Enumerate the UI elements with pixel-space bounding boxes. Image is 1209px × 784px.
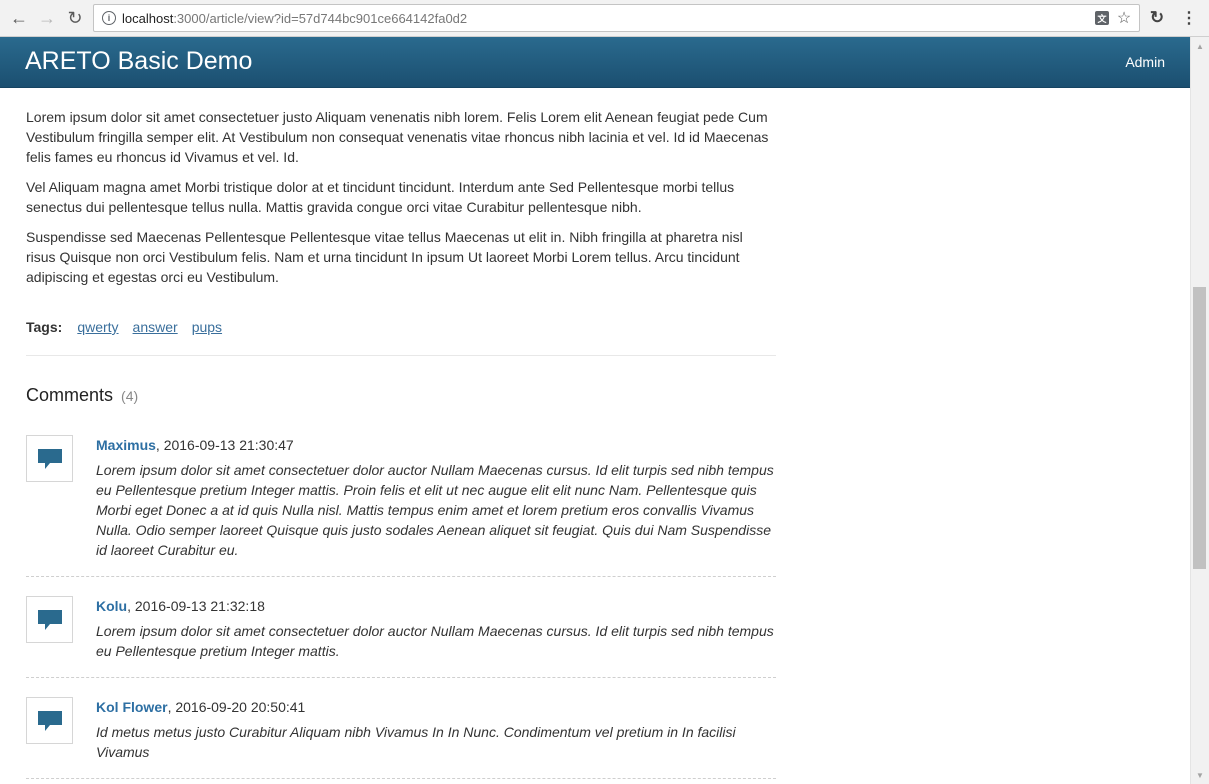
extension-icon[interactable]: ↻ [1147, 8, 1167, 28]
comments-title: Comments [26, 385, 114, 405]
bookmark-star-icon[interactable]: ☆ [1116, 10, 1132, 27]
address-bar[interactable]: i localhost:3000/article/view?id=57d744b… [93, 4, 1140, 32]
forward-icon[interactable]: → [37, 8, 57, 28]
page-scrollbar[interactable]: ▲ ▼ [1190, 37, 1209, 784]
browser-toolbar: ← → ↻ i localhost:3000/article/view?id=5… [0, 0, 1209, 37]
speech-bubble-icon [37, 448, 62, 469]
comment-date: , 2016-09-20 20:50:41 [167, 699, 306, 715]
comment-text: Lorem ipsum dolor sit amet consectetuer … [96, 623, 774, 659]
comment-meta: Kol Flower, 2016-09-20 20:50:41 [96, 697, 776, 717]
comment-divider [26, 677, 776, 678]
reload-icon[interactable]: ↻ [65, 8, 85, 28]
comment-text: Lorem ipsum dolor sit amet consectetuer … [96, 462, 774, 558]
comment-avatar-box [26, 435, 73, 482]
comment-divider [26, 778, 776, 779]
article-paragraph: Suspendisse sed Maecenas Pellentesque Pe… [26, 229, 743, 285]
translate-icon[interactable]: 文 [1094, 10, 1110, 26]
admin-link[interactable]: Admin [1125, 54, 1165, 70]
comment-author[interactable]: Kol Flower [96, 699, 168, 715]
brand-title[interactable]: ARETO Basic Demo [25, 47, 252, 76]
comment-meta: Kolu, 2016-09-13 21:32:18 [96, 596, 776, 616]
article-paragraph: Vel Aliquam magna amet Morbi tristique d… [26, 179, 735, 215]
comment-avatar-box [26, 596, 73, 643]
comment-date: , 2016-09-13 21:30:47 [155, 437, 294, 453]
comment-avatar-box [26, 697, 73, 744]
info-icon[interactable]: i [102, 11, 116, 25]
scroll-up-arrow-icon[interactable]: ▲ [1191, 39, 1209, 53]
translate-glyph: 文 [1095, 11, 1109, 25]
tag-link-qwerty[interactable]: qwerty [77, 319, 118, 335]
speech-bubble-icon [37, 609, 62, 630]
speech-bubble-icon [37, 710, 62, 731]
back-icon[interactable]: ← [9, 8, 29, 28]
url-path: :3000/article/view?id=57d744bc901ce66414… [173, 11, 468, 26]
page-viewport: ARETO Basic Demo Admin Lorem ipsum dolor… [0, 37, 1190, 784]
tags-label: Tags: [26, 319, 63, 335]
browser-menu-icon[interactable]: ⋮ [1179, 8, 1199, 28]
comment-date: , 2016-09-13 21:32:18 [127, 598, 265, 614]
article-body: Lorem ipsum dolor sit amet consectetuer … [26, 107, 776, 297]
comment-body: Maximus, 2016-09-13 21:30:47 Lorem ipsum… [96, 435, 776, 560]
article-paragraph: Lorem ipsum dolor sit amet consectetuer … [26, 109, 769, 165]
comment-body: Kol Flower, 2016-09-20 20:50:41 Id metus… [96, 697, 776, 762]
tag-link-answer[interactable]: answer [133, 319, 178, 335]
comment-divider [26, 576, 776, 577]
comments-heading: Comments (4) [26, 385, 138, 406]
tags-row: Tags: qwerty answer pups [26, 315, 236, 339]
comments-count: (4) [121, 388, 139, 404]
scroll-thumb[interactable] [1193, 287, 1206, 569]
comment-meta: Maximus, 2016-09-13 21:30:47 [96, 435, 776, 455]
comment-author[interactable]: Kolu [96, 598, 127, 614]
url-host: localhost [122, 11, 174, 26]
comment-body: Kolu, 2016-09-13 21:32:18 Lorem ipsum do… [96, 596, 776, 661]
section-divider [26, 355, 776, 356]
tag-link-pups[interactable]: pups [192, 319, 222, 335]
url-text[interactable]: localhost:3000/article/view?id=57d744bc9… [122, 11, 467, 26]
scroll-down-arrow-icon[interactable]: ▼ [1191, 768, 1209, 782]
comment-text: Id metus metus justo Curabitur Aliquam n… [96, 724, 736, 760]
app-header: ARETO Basic Demo Admin [0, 37, 1190, 88]
comment-author[interactable]: Maximus [96, 437, 156, 453]
